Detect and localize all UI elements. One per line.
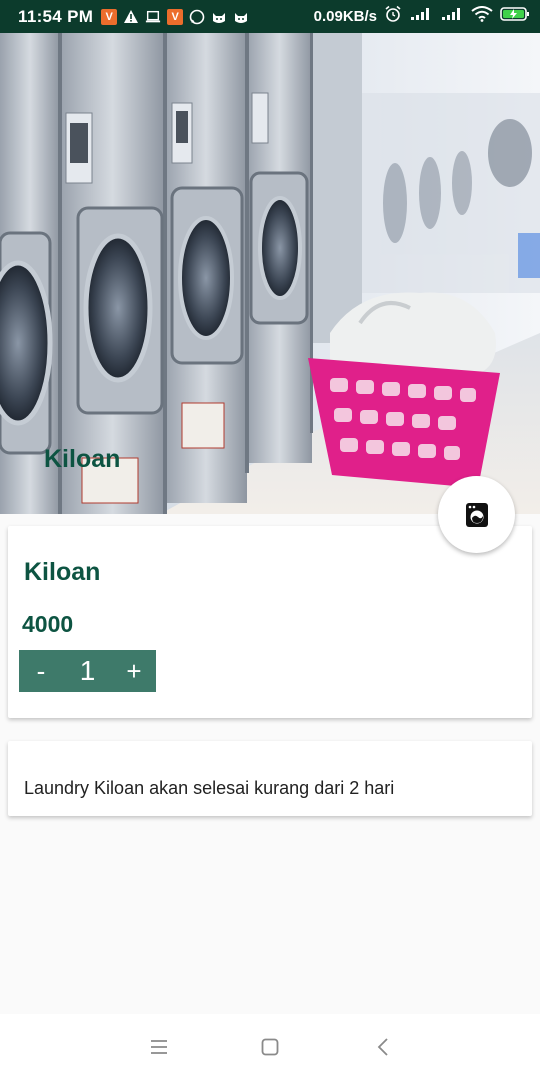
cat-icon xyxy=(233,9,249,25)
whatsapp-icon xyxy=(189,9,205,25)
info-card: Laundry Kiloan akan selesai kurang dari … xyxy=(8,741,532,816)
signal-icon xyxy=(440,7,464,26)
wifi-icon xyxy=(471,6,493,27)
completion-info-text: Laundry Kiloan akan selesai kurang dari … xyxy=(24,778,395,798)
warning-icon xyxy=(123,9,139,25)
washing-machine-fab[interactable] xyxy=(438,476,515,553)
product-name: Kiloan xyxy=(24,558,101,586)
vpn-v-icon: V xyxy=(167,8,184,25)
navigation-bar xyxy=(0,1014,540,1080)
notification-icons: V V xyxy=(101,8,249,25)
status-bar: 11:54 PM V V 0.09KB/s xyxy=(0,0,540,33)
vpn-v-icon: V xyxy=(101,8,118,25)
cat-icon xyxy=(211,9,227,25)
network-speed: 0.09KB/s xyxy=(313,8,377,25)
alarm-icon xyxy=(384,5,402,28)
menu-icon[interactable] xyxy=(146,1034,172,1060)
back-icon[interactable] xyxy=(370,1034,396,1060)
washing-machine-icon xyxy=(465,502,488,527)
hero-title: Kiloan xyxy=(44,445,121,473)
laptop-icon xyxy=(145,9,161,25)
status-time: 11:54 PM xyxy=(18,6,94,26)
quantity-stepper: - 1 + xyxy=(19,650,156,692)
home-square-icon[interactable] xyxy=(257,1034,283,1060)
increment-button[interactable]: + xyxy=(112,650,156,692)
laundromat-illustration xyxy=(0,33,540,514)
quantity-value: 1 xyxy=(79,655,96,686)
hero-image: Kiloan xyxy=(0,33,540,514)
battery-charging-icon xyxy=(500,6,530,27)
product-price: 4000 xyxy=(22,611,74,637)
decrement-button[interactable]: - xyxy=(19,650,63,692)
product-card: Kiloan 4000 - 1 + xyxy=(8,526,532,718)
signal-icon xyxy=(409,7,433,26)
